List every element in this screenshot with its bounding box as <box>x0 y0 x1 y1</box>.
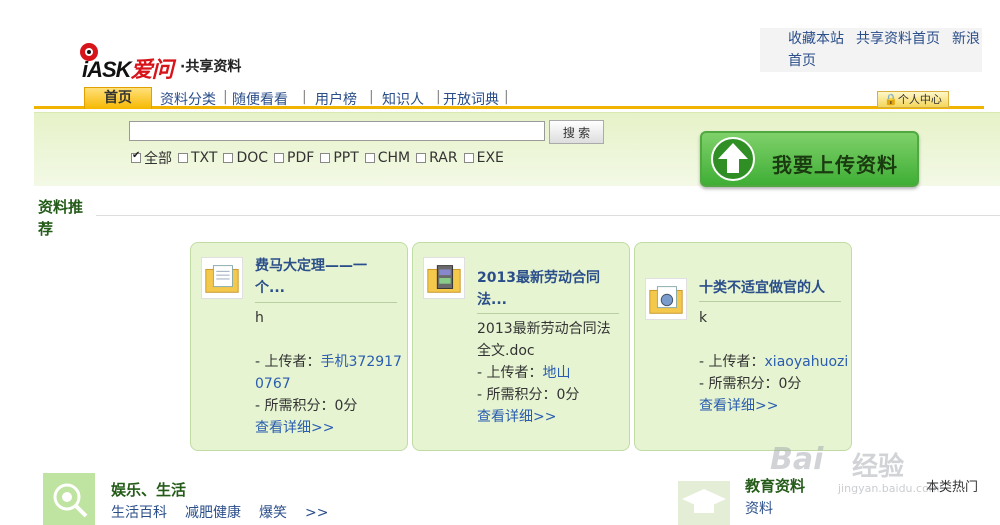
category-links: 生活百科 减肥健康 爆笑 >> <box>111 502 346 522</box>
folder-doc-icon <box>201 257 243 299</box>
checkbox[interactable] <box>178 153 188 163</box>
file-type-filters: 全部 TXT DOC PDF PPT CHM RAR EXE <box>131 148 510 168</box>
lock-icon: 🔒 <box>884 93 898 106</box>
card-title[interactable]: 2013最新劳动合同 法... <box>477 267 600 311</box>
filter-ppt[interactable]: PPT <box>320 150 359 166</box>
uploader-link[interactable]: 地山 <box>543 365 571 381</box>
upload-button[interactable]: 我要上传资料 <box>700 131 919 187</box>
nav-item-knowledge[interactable]: 知识人 <box>382 89 424 109</box>
category-link[interactable]: 减肥健康 <box>185 505 241 521</box>
filter-all[interactable]: 全部 <box>131 148 172 168</box>
link-share-home[interactable]: 共享资料首页 <box>856 31 940 47</box>
card-spacer <box>699 329 849 351</box>
card-desc: h <box>255 310 264 326</box>
category-link[interactable]: 资料 <box>745 498 773 518</box>
top-links: 收藏本站 共享资料首页 新浪首页 <box>760 28 982 72</box>
card-body: 2013最新劳动合同法 全文.doc - 上传者：地山 - 所需积分：0分 查看… <box>477 318 627 428</box>
magnifier-icon <box>53 483 88 518</box>
filter-rar[interactable]: RAR <box>416 150 458 166</box>
nav-separator: | <box>223 89 228 105</box>
category-more-link[interactable]: >> <box>305 505 328 521</box>
card-points: - 所需积分：0分 <box>699 376 802 392</box>
folder-gear-icon <box>645 278 687 320</box>
checkbox[interactable] <box>223 153 234 163</box>
nav-home-tab[interactable]: 首页 <box>84 87 152 109</box>
view-details-link[interactable]: 查看详细>> <box>699 395 849 417</box>
card-uploader: - 上传者：手机3729170767 <box>255 354 402 392</box>
card-title[interactable]: 费马大定理——一 个... <box>255 255 367 299</box>
card-divider <box>477 313 619 314</box>
site-logo[interactable]: iASK爱问 ·共享资料 <box>74 40 274 82</box>
section-title: 资料推荐 <box>38 198 84 238</box>
doc-card: 费马大定理——一 个... h - 上传者：手机3729170767 - 所需积分… <box>190 242 408 451</box>
checkbox-checked[interactable] <box>131 150 141 163</box>
watermark-brand: Bai <box>770 442 824 477</box>
nav-separator: | <box>369 89 374 105</box>
view-details-link[interactable]: 查看详细>> <box>255 417 405 439</box>
view-details-link[interactable]: 查看详细>> <box>477 406 627 428</box>
nav-item-category[interactable]: 资料分类 <box>160 89 216 109</box>
checkbox[interactable] <box>320 153 331 163</box>
card-body: k - 上传者：xiaoyahuozi - 所需积分：0分 查看详细>> <box>699 307 849 417</box>
card-uploader: - 上传者：xiaoyahuozi <box>699 354 849 370</box>
up-arrow-icon <box>711 137 755 181</box>
user-center-button[interactable]: 🔒个人中心 <box>877 91 949 108</box>
filter-doc[interactable]: DOC <box>223 150 268 166</box>
card-points: - 所需积分：0分 <box>255 398 358 414</box>
card-divider <box>255 302 397 303</box>
uploader-link[interactable]: xiaoyahuozi <box>765 354 849 370</box>
doc-card: 2013最新劳动合同 法... 2013最新劳动合同法 全文.doc - 上传者：… <box>412 242 630 451</box>
category-title[interactable]: 娱乐、生活 <box>111 479 186 500</box>
category-link[interactable]: 爆笑 <box>259 505 287 521</box>
nav-item-browse[interactable]: 随便看看 <box>232 89 288 109</box>
baidu-jingyan-watermark: Bai 经验 jingyan.baidu.com <box>760 440 960 500</box>
card-uploader: - 上传者：地山 <box>477 365 571 381</box>
watermark-brand-cn: 经验 <box>852 452 905 482</box>
nav-separator: | <box>302 89 307 105</box>
card-body: h - 上传者：手机3729170767 - 所需积分：0分 查看详细>> <box>255 307 405 439</box>
folder-media-icon <box>423 257 465 299</box>
checkbox[interactable] <box>463 153 474 163</box>
filter-exe[interactable]: EXE <box>463 150 504 166</box>
watermark-url: jingyan.baidu.com <box>838 482 940 495</box>
card-title[interactable]: 十类不适宜做官的人 <box>699 277 825 299</box>
entertainment-category-icon[interactable] <box>43 473 95 525</box>
main-nav: 首页 资料分类 | 随便看看 | 用户榜 | 知识人 | 开放词典 | 🔒个人中… <box>34 87 984 109</box>
education-category-icon[interactable] <box>678 481 730 525</box>
filter-pdf[interactable]: PDF <box>274 150 314 166</box>
filter-chm[interactable]: CHM <box>364 150 410 166</box>
checkbox[interactable] <box>416 153 427 163</box>
category-link[interactable]: 生活百科 <box>111 505 167 521</box>
checkbox[interactable] <box>364 153 375 163</box>
card-desc-2: 全文.doc <box>477 343 535 359</box>
logo-brand: iASK爱问 <box>82 57 174 82</box>
card-spacer <box>255 329 405 351</box>
card-desc: k <box>699 310 708 326</box>
section-divider <box>96 215 1000 216</box>
card-points: - 所需积分：0分 <box>477 387 580 403</box>
filter-txt[interactable]: TXT <box>178 150 217 166</box>
nav-item-user-rank[interactable]: 用户榜 <box>315 89 357 109</box>
card-divider <box>699 301 841 302</box>
upload-label: 我要上传资料 <box>772 153 898 177</box>
search-button[interactable]: 搜 索 <box>549 120 604 144</box>
checkbox[interactable] <box>274 153 285 163</box>
card-desc: 2013最新劳动合同法 <box>477 321 611 337</box>
graduation-cap-icon <box>682 489 726 513</box>
nav-separator: | <box>436 89 441 105</box>
nav-item-dictionary[interactable]: 开放词典 <box>443 89 499 109</box>
logo-subtitle: ·共享资料 <box>180 59 242 75</box>
link-bookmark[interactable]: 收藏本站 <box>788 31 844 47</box>
nav-separator: | <box>504 89 509 105</box>
doc-card: 十类不适宜做官的人 k - 上传者：xiaoyahuozi - 所需积分：0分 … <box>634 242 852 451</box>
search-input[interactable] <box>129 121 545 141</box>
